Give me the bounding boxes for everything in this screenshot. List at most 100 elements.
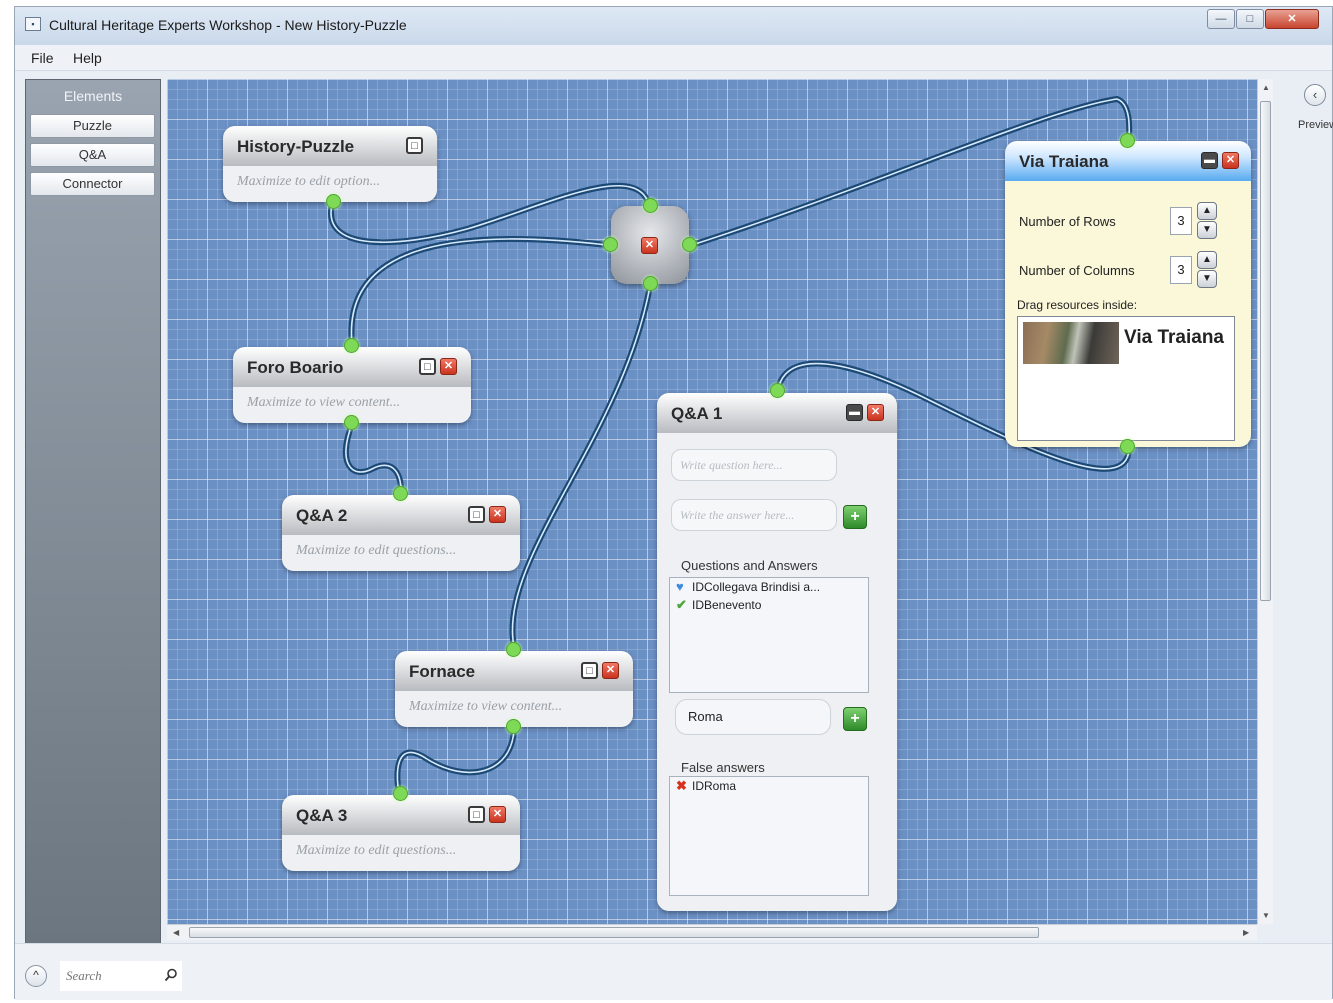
node-hint: Maximize to edit questions... — [296, 843, 457, 858]
menu-help[interactable]: Help — [73, 50, 102, 66]
cols-value[interactable]: 3 — [1170, 256, 1192, 284]
search-box[interactable] — [59, 960, 183, 992]
scroll-right-icon[interactable]: ▶ — [1243, 928, 1249, 937]
stepper-down-icon[interactable]: ▼ — [1197, 221, 1217, 239]
node-hint: Maximize to view content... — [409, 699, 563, 714]
list-item[interactable]: ♥ IDCollegava Brindisi a... — [670, 578, 868, 596]
resource-thumbnail[interactable] — [1023, 322, 1119, 364]
heart-check-icon: ♥ — [676, 579, 684, 594]
node-body: Maximize to edit questions... — [282, 535, 520, 571]
minimize-icon[interactable]: ▬ — [1201, 152, 1218, 169]
node-header[interactable]: Fornace □ ✕ — [395, 651, 633, 691]
close-icon[interactable]: ✕ — [1222, 152, 1239, 169]
scroll-left-icon[interactable]: ◀ — [173, 928, 179, 937]
port-bottom[interactable] — [1120, 439, 1135, 454]
node-title: Q&A 3 — [296, 806, 348, 825]
node-hint: Maximize to edit questions... — [296, 543, 457, 558]
search-icon[interactable] — [164, 968, 178, 982]
port-bottom[interactable] — [326, 194, 341, 209]
close-icon[interactable]: ✕ — [489, 806, 506, 823]
close-window-button[interactable]: ✕ — [1265, 9, 1319, 29]
qa1-node[interactable]: Q&A 1 ▬ ✕ Write question here... Write t… — [657, 383, 897, 911]
list-item[interactable]: ✔ IDBenevento — [670, 596, 868, 614]
false-answers-list[interactable]: ✖ IDRoma — [669, 776, 869, 896]
palette-qa-button[interactable]: Q&A — [30, 143, 155, 167]
resource-drop-area[interactable]: Via Traiana — [1017, 316, 1235, 441]
node-header[interactable]: History-Puzzle □ — [223, 126, 437, 166]
cross-icon: ✖ — [676, 778, 687, 793]
node-header[interactable]: Q&A 2 □ ✕ — [282, 495, 520, 535]
rows-stepper[interactable]: ▲ ▼ — [1197, 202, 1217, 240]
check-icon: ✔ — [676, 597, 687, 612]
collapse-up-icon[interactable]: ^ — [25, 965, 47, 987]
maximize-icon[interactable]: □ — [468, 506, 485, 523]
stepper-up-icon[interactable]: ▲ — [1197, 251, 1217, 269]
node-header[interactable]: Foro Boario □ ✕ — [233, 347, 471, 387]
rows-label: Number of Rows — [1019, 214, 1116, 229]
search-input[interactable] — [64, 967, 154, 985]
qa3-node[interactable]: Q&A 3 □ ✕ Maximize to edit questions... — [282, 786, 520, 871]
qa-list[interactable]: ♥ IDCollegava Brindisi a... ✔ IDBenevento — [669, 577, 869, 693]
close-icon[interactable]: ✕ — [440, 358, 457, 375]
list-item[interactable]: ✖ IDRoma — [670, 777, 868, 795]
close-icon[interactable]: ✕ — [489, 506, 506, 523]
port-top[interactable] — [643, 198, 658, 213]
chevron-left-icon[interactable]: ‹ — [1304, 84, 1326, 106]
minimize-icon[interactable]: ▬ — [846, 404, 863, 421]
horizontal-scrollbar[interactable]: ◀ ▶ — [167, 924, 1257, 940]
port-top[interactable] — [393, 486, 408, 501]
vertical-scroll-thumb[interactable] — [1260, 101, 1271, 601]
palette-connector-button[interactable]: Connector — [30, 172, 155, 196]
wire-foroboario-qa2 — [342, 421, 405, 497]
palette-puzzle-button[interactable]: Puzzle — [30, 114, 155, 138]
add-false-answer-button[interactable]: + — [843, 707, 867, 731]
question-input[interactable]: Write question here... — [671, 449, 837, 481]
close-icon[interactable]: ✕ — [867, 404, 884, 421]
node-header[interactable]: Q&A 1 ▬ ✕ — [657, 393, 897, 433]
menu-bar: File Help — [15, 45, 1332, 71]
port-top[interactable] — [344, 338, 359, 353]
port-left[interactable] — [603, 237, 618, 252]
close-icon[interactable]: ✕ — [602, 662, 619, 679]
port-bottom[interactable] — [506, 719, 521, 734]
maximize-icon[interactable]: □ — [419, 358, 436, 375]
scroll-down-icon[interactable]: ▼ — [1262, 911, 1270, 920]
maximize-button[interactable]: □ — [1236, 9, 1264, 29]
qa-list-label: Questions and Answers — [681, 558, 818, 573]
false-answer-input[interactable]: Roma — [675, 699, 831, 735]
list-item-text: IDCollegava Brindisi a... — [692, 580, 821, 594]
port-top[interactable] — [770, 383, 785, 398]
cols-stepper[interactable]: ▲ ▼ — [1197, 251, 1217, 289]
port-top[interactable] — [1120, 133, 1135, 148]
port-bottom[interactable] — [643, 276, 658, 291]
wire-connector-foroboario — [348, 235, 610, 347]
port-top[interactable] — [393, 786, 408, 801]
maximize-icon[interactable]: □ — [581, 662, 598, 679]
via-traiana-node[interactable]: Via Traiana ▬ ✕ Number of Rows 3 ▲ ▼ Num… — [1005, 133, 1251, 454]
stepper-down-icon[interactable]: ▼ — [1197, 270, 1217, 288]
close-icon[interactable]: ✕ — [641, 237, 658, 254]
answer-input[interactable]: Write the answer here... — [671, 499, 837, 531]
minimize-button[interactable]: — — [1207, 9, 1235, 29]
node-header[interactable]: Q&A 3 □ ✕ — [282, 795, 520, 835]
menu-file[interactable]: File — [31, 50, 54, 66]
maximize-icon[interactable]: □ — [468, 806, 485, 823]
cols-label: Number of Columns — [1019, 263, 1135, 278]
port-right[interactable] — [682, 237, 697, 252]
history-puzzle-node[interactable]: History-Puzzle □ Maximize to edit option… — [223, 126, 437, 209]
fornace-node[interactable]: Fornace □ ✕ Maximize to view content... — [395, 642, 633, 734]
maximize-icon[interactable]: □ — [406, 137, 423, 154]
rows-value[interactable]: 3 — [1170, 207, 1192, 235]
port-top[interactable] — [506, 642, 521, 657]
connector-node[interactable]: ✕ — [603, 198, 697, 291]
wire-fornace-qa3 — [394, 726, 517, 797]
scroll-up-icon[interactable]: ▲ — [1262, 83, 1270, 92]
port-bottom[interactable] — [344, 415, 359, 430]
horizontal-scroll-thumb[interactable] — [189, 927, 1039, 938]
add-answer-button[interactable]: + — [843, 505, 867, 529]
stepper-up-icon[interactable]: ▲ — [1197, 202, 1217, 220]
puzzle-canvas[interactable]: History-Puzzle □ Maximize to edit option… — [167, 79, 1257, 924]
qa2-node[interactable]: Q&A 2 □ ✕ Maximize to edit questions... — [282, 486, 520, 571]
foro-boario-node[interactable]: Foro Boario □ ✕ Maximize to view content… — [233, 338, 471, 430]
vertical-scrollbar[interactable]: ▲ ▼ — [1257, 79, 1273, 924]
